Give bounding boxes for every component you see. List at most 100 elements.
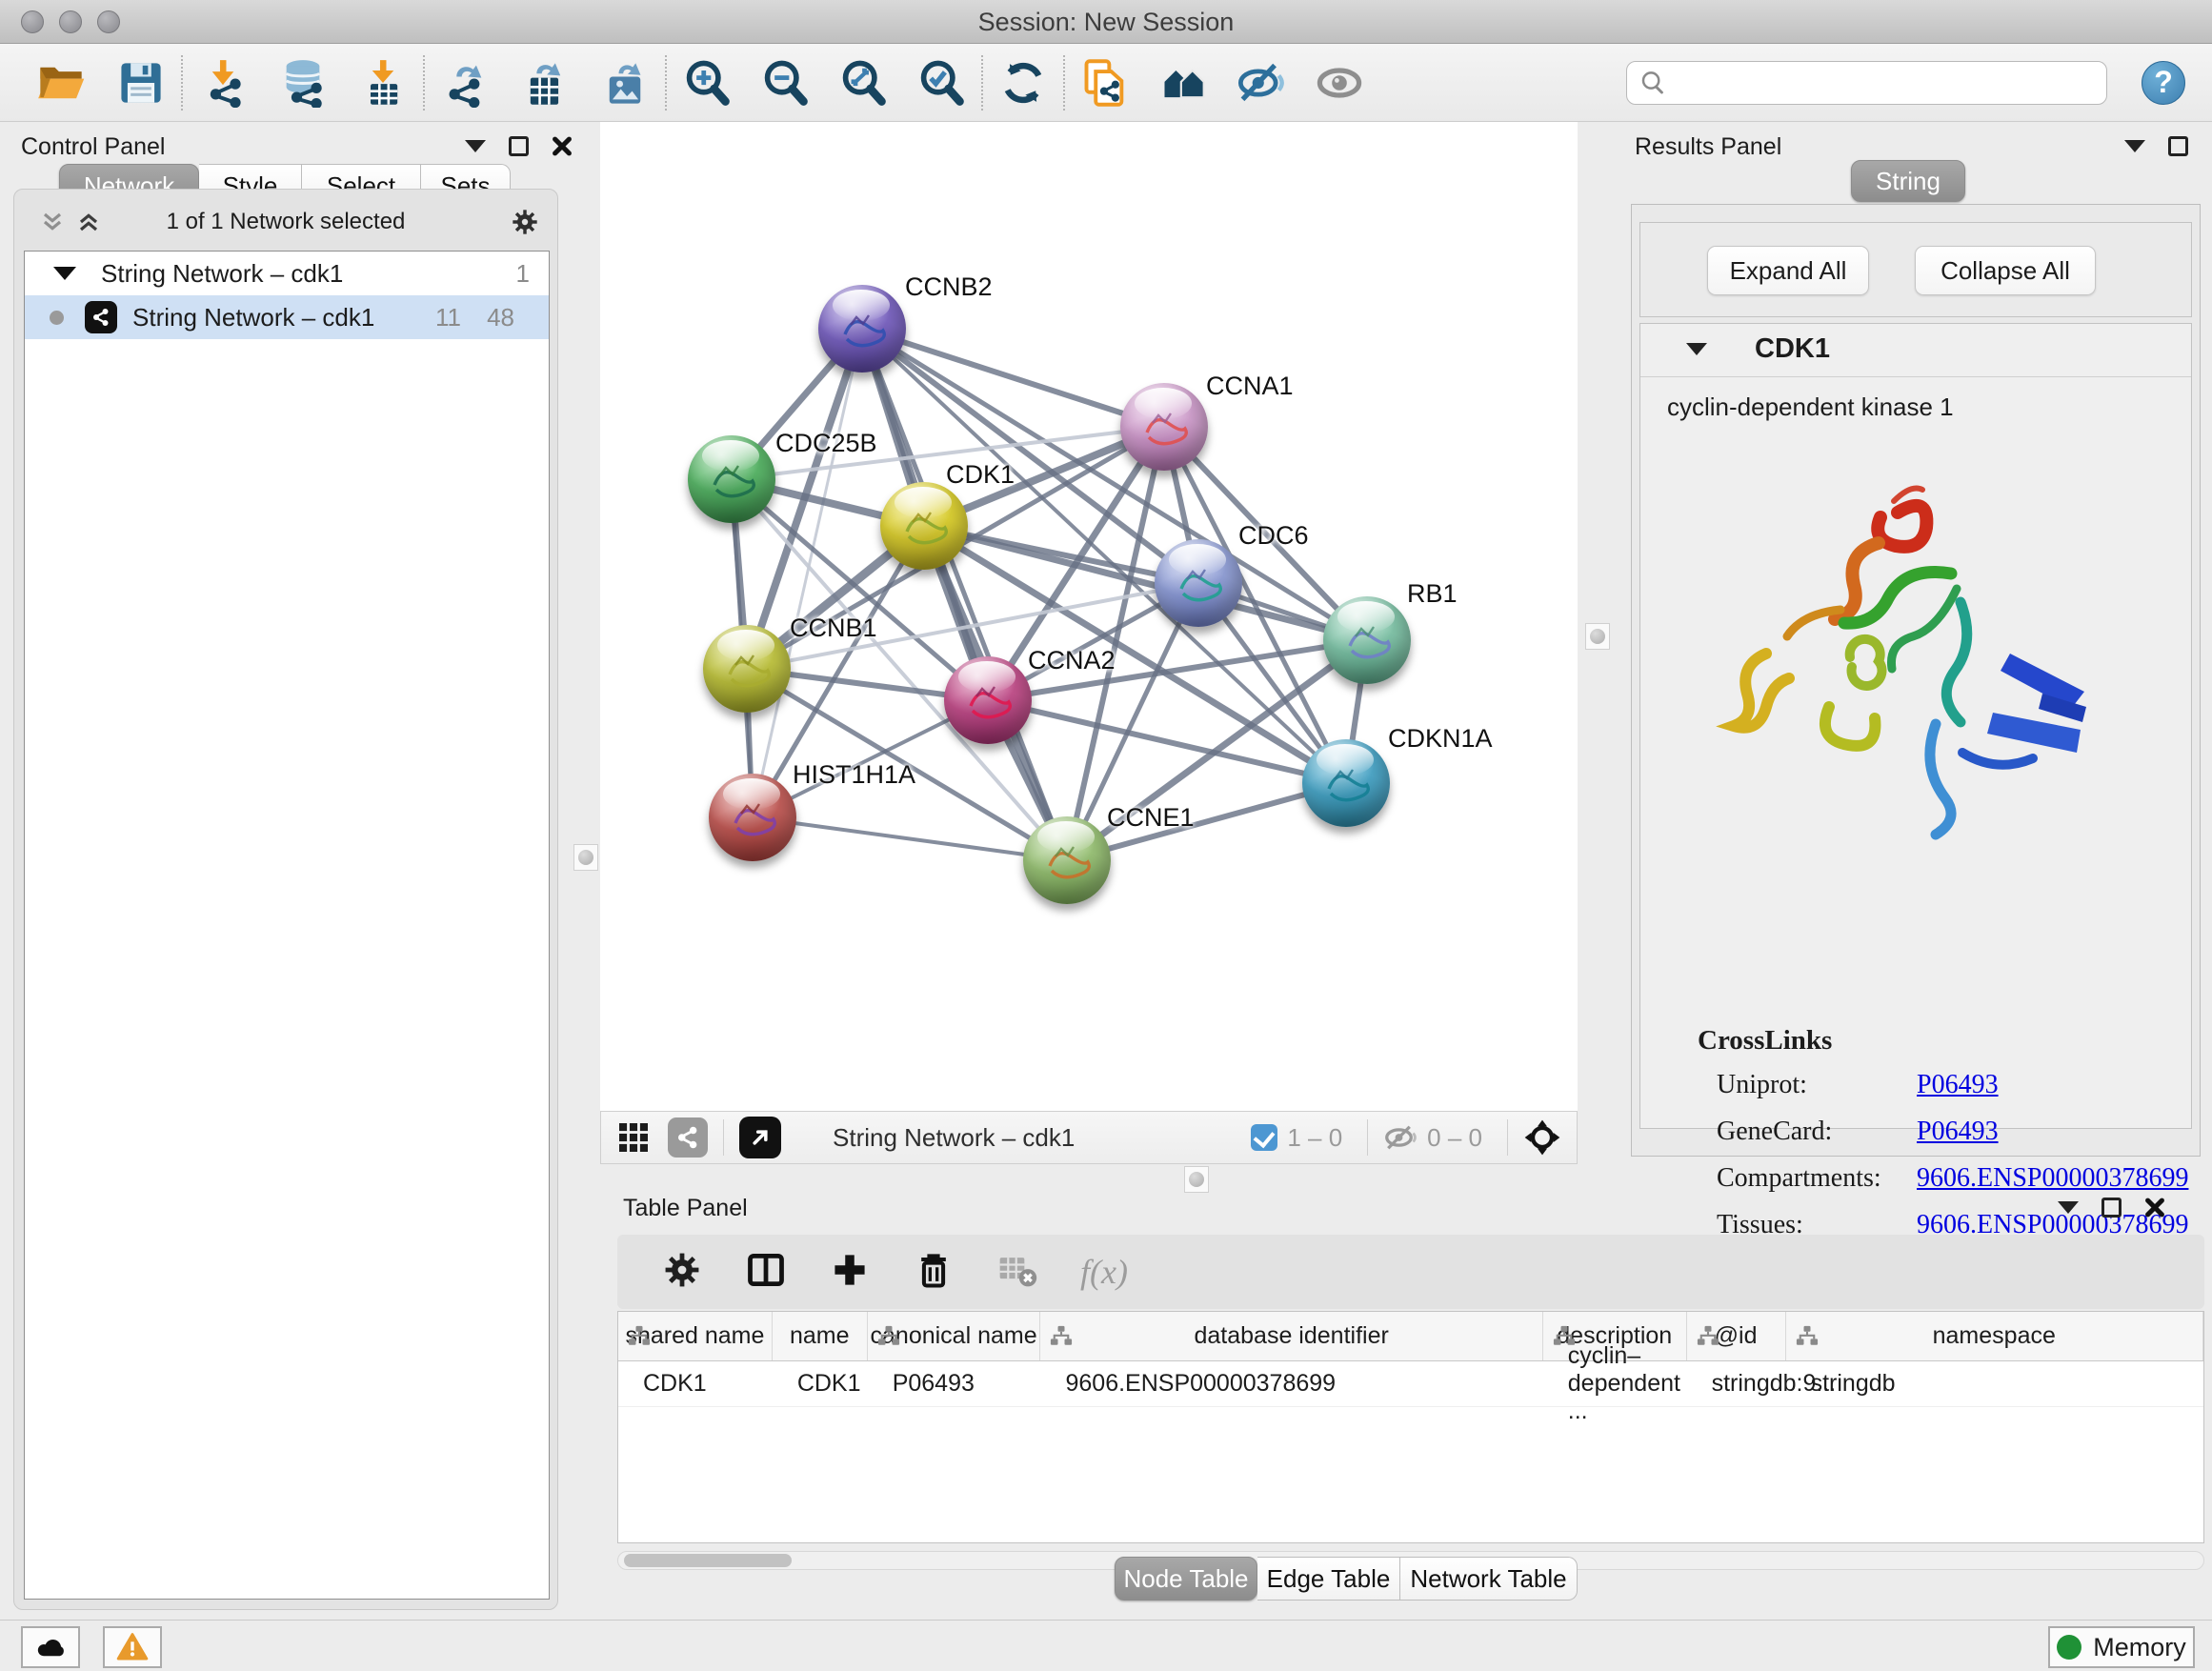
cell-name[interactable]: CDK1 bbox=[773, 1361, 868, 1406]
node-CCNA2[interactable] bbox=[944, 656, 1032, 744]
node-CDKN1A[interactable] bbox=[1302, 739, 1390, 827]
node-RB1[interactable] bbox=[1323, 596, 1411, 684]
tab-string[interactable]: String bbox=[1851, 160, 1965, 202]
birds-eye-view-icon[interactable] bbox=[1523, 1118, 1561, 1157]
zoom-fit-button[interactable] bbox=[836, 56, 890, 110]
memory-button[interactable]: Memory bbox=[2048, 1626, 2195, 1668]
show-all-button[interactable] bbox=[1313, 56, 1366, 110]
cell--id[interactable]: stringdb:9... bbox=[1687, 1361, 1786, 1406]
crosslink-row: Compartments:9606.ENSP00000378699 bbox=[1698, 1163, 2188, 1194]
tab-network-table[interactable]: Network Table bbox=[1400, 1557, 1578, 1601]
collection-expand-icon[interactable] bbox=[53, 267, 76, 280]
network-collection-row[interactable]: String Network – cdk1 1 bbox=[25, 252, 549, 295]
node-label-CCNA2: CCNA2 bbox=[1028, 646, 1116, 675]
import-network-file-button[interactable] bbox=[196, 56, 250, 110]
cell-description[interactable]: cyclin–dependent ... bbox=[1543, 1361, 1687, 1406]
selected-checkbox-icon[interactable] bbox=[1251, 1124, 1277, 1151]
clone-network-button[interactable] bbox=[1078, 56, 1132, 110]
network-canvas[interactable]: CCNB2CCNA1CDC25BCDK1CDC6RB1CCNB1CCNA2CDK… bbox=[600, 122, 1578, 1111]
grid-view-icon[interactable] bbox=[616, 1120, 651, 1155]
crosslink-link[interactable]: 9606.ENSP00000378699 bbox=[1917, 1163, 2188, 1194]
show-columns-icon[interactable] bbox=[745, 1249, 787, 1296]
node-section-header[interactable]: CDK1 bbox=[1640, 324, 2191, 377]
column-header-database-identifier[interactable]: database identifier bbox=[1040, 1312, 1542, 1360]
bottom-splitter-handle[interactable] bbox=[1184, 1166, 1209, 1193]
refresh-icon bbox=[998, 58, 1048, 108]
panel-menu-icon[interactable] bbox=[2058, 1201, 2079, 1214]
column-header-name[interactable]: name bbox=[773, 1312, 868, 1360]
right-splitter-handle[interactable] bbox=[1585, 623, 1610, 650]
first-neighbors-button[interactable] bbox=[1156, 56, 1210, 110]
panel-close-icon[interactable] bbox=[552, 135, 573, 156]
node-CDC6[interactable] bbox=[1155, 539, 1242, 627]
help-button[interactable]: ? bbox=[2142, 61, 2185, 105]
edge-HIST1H1A-CCNE1[interactable] bbox=[753, 817, 1067, 860]
gear-icon[interactable] bbox=[510, 207, 540, 244]
node-table: shared namenamecanonical namedatabase id… bbox=[617, 1311, 2204, 1543]
import-table-file-button[interactable] bbox=[356, 56, 410, 110]
node-CDC25B[interactable] bbox=[688, 435, 775, 523]
tab-edge-table[interactable]: Edge Table bbox=[1257, 1557, 1400, 1601]
collapse-all-button[interactable]: Collapse All bbox=[1915, 246, 2096, 295]
panel-menu-icon[interactable] bbox=[2124, 140, 2145, 152]
crosslink-row: Uniprot:P06493 bbox=[1698, 1070, 2188, 1100]
warnings-button[interactable] bbox=[103, 1626, 162, 1668]
edge-CCNB2-CCNA1[interactable] bbox=[862, 329, 1164, 427]
section-expand-icon[interactable] bbox=[1686, 343, 1707, 355]
cell-namespace[interactable]: stringdb bbox=[1786, 1361, 2203, 1406]
panel-close-icon[interactable] bbox=[2144, 1197, 2165, 1218]
zoom-out-button[interactable] bbox=[758, 56, 812, 110]
import-network-database-button[interactable] bbox=[276, 56, 330, 110]
node-CCNB2[interactable] bbox=[818, 285, 906, 372]
open-session-button[interactable] bbox=[34, 56, 88, 110]
node-CCNA1[interactable] bbox=[1120, 383, 1208, 471]
column-header-description[interactable]: description bbox=[1543, 1312, 1687, 1360]
apply-layout-button[interactable] bbox=[996, 56, 1050, 110]
expand-all-button[interactable]: Expand All bbox=[1707, 246, 1869, 295]
panel-float-icon[interactable] bbox=[2101, 1198, 2122, 1218]
delete-column-icon[interactable] bbox=[913, 1249, 955, 1296]
crosslink-link[interactable]: P06493 bbox=[1917, 1117, 1999, 1147]
node-CCNB1[interactable] bbox=[703, 625, 791, 713]
export-image-button[interactable] bbox=[598, 56, 652, 110]
column-header-namespace[interactable]: namespace bbox=[1786, 1312, 2203, 1360]
zoom-in-button[interactable] bbox=[680, 56, 734, 110]
detach-view-icon[interactable] bbox=[739, 1117, 781, 1158]
crosslink-label: Compartments: bbox=[1698, 1163, 1917, 1194]
panel-float-icon[interactable] bbox=[509, 136, 529, 156]
search-input[interactable] bbox=[1667, 64, 2106, 102]
panel-float-icon[interactable] bbox=[2168, 136, 2188, 156]
import-table-icon bbox=[358, 58, 408, 108]
network-row[interactable]: String Network – cdk1 11 48 bbox=[25, 295, 549, 339]
left-splitter-handle[interactable] bbox=[573, 844, 598, 871]
hide-selected-button[interactable] bbox=[1235, 56, 1288, 110]
column-header-canonical-name[interactable]: canonical name bbox=[868, 1312, 1041, 1360]
zoom-selected-button[interactable] bbox=[915, 56, 968, 110]
save-session-button[interactable] bbox=[114, 56, 168, 110]
cloud-button[interactable] bbox=[21, 1626, 80, 1668]
node-CCNE1[interactable] bbox=[1023, 816, 1111, 904]
table-settings-gear-icon[interactable] bbox=[661, 1249, 703, 1296]
column-header--id[interactable]: @id bbox=[1687, 1312, 1786, 1360]
node-HIST1H1A[interactable] bbox=[709, 774, 796, 861]
crosslinks-title: CrossLinks bbox=[1698, 1025, 2188, 1057]
network-view-icon[interactable] bbox=[668, 1117, 708, 1158]
search-field[interactable] bbox=[1626, 61, 2107, 105]
crosslink-link[interactable]: P06493 bbox=[1917, 1070, 1999, 1100]
edge-CCNB2-HIST1H1A[interactable] bbox=[753, 329, 862, 817]
cell-shared-name[interactable]: CDK1 bbox=[618, 1361, 773, 1406]
add-column-icon[interactable] bbox=[829, 1249, 871, 1296]
table-row[interactable]: CDK1CDK1P064939606.ENSP00000378699cyclin… bbox=[618, 1361, 2203, 1407]
export-network-button[interactable] bbox=[438, 56, 492, 110]
export-table-button[interactable] bbox=[518, 56, 572, 110]
panel-menu-icon[interactable] bbox=[465, 140, 486, 152]
protein-ribbon-thumb bbox=[944, 656, 1032, 744]
node-CDK1[interactable] bbox=[880, 482, 968, 570]
gene-description: cyclin-dependent kinase 1 bbox=[1667, 393, 1954, 422]
hidden-eye-slash-icon[interactable] bbox=[1383, 1120, 1418, 1155]
cell-canonical-name[interactable]: P06493 bbox=[868, 1361, 1041, 1406]
cell-database-identifier[interactable]: 9606.ENSP00000378699 bbox=[1040, 1361, 1542, 1406]
column-header-shared-name[interactable]: shared name bbox=[618, 1312, 773, 1360]
main-toolbar: ? bbox=[0, 44, 2212, 122]
tab-node-table[interactable]: Node Table bbox=[1115, 1557, 1257, 1601]
